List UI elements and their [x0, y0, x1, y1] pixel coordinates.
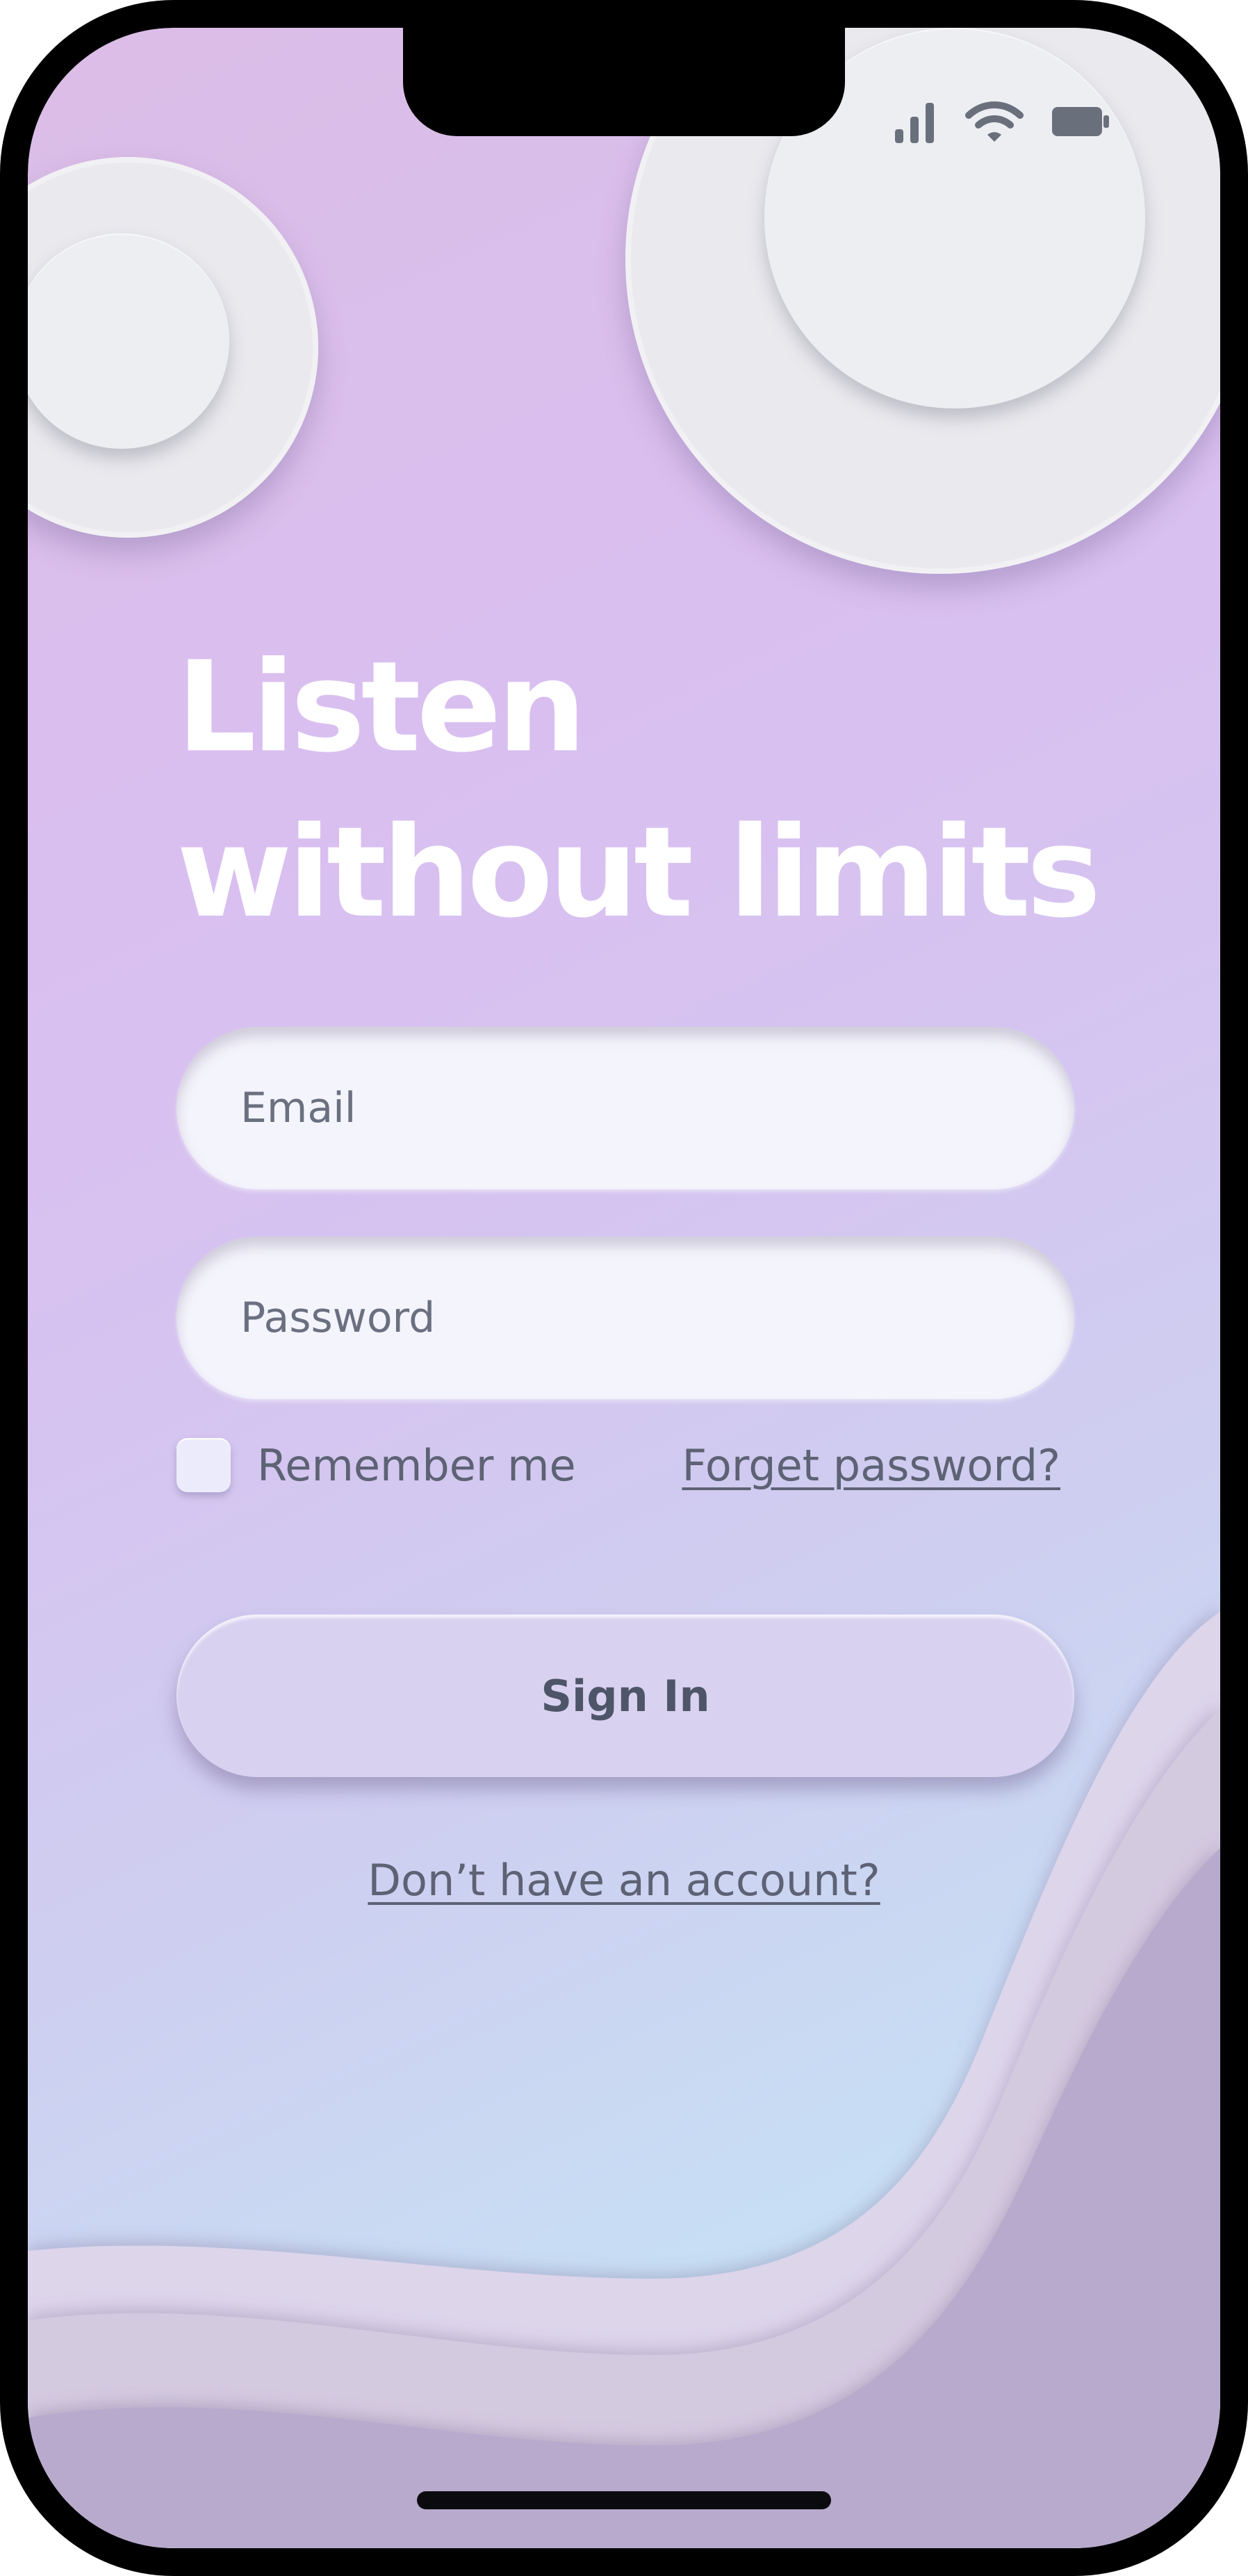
forgot-password-link[interactable]: Forget password?: [682, 1438, 1060, 1492]
status-bar: [894, 100, 1109, 143]
wifi-icon: [965, 101, 1024, 142]
signal-icon: [895, 103, 934, 143]
email-input[interactable]: [239, 1083, 1074, 1133]
phone-frame: Listen without limits Remember me Forget…: [0, 0, 1248, 2576]
headline-line-1: Listen: [176, 635, 586, 780]
headline: Listen without limits: [176, 625, 1101, 956]
notch: [403, 28, 845, 136]
email-field[interactable]: [176, 1027, 1074, 1189]
sign-in-button[interactable]: Sign In: [176, 1615, 1074, 1777]
remember-me[interactable]: Remember me: [176, 1438, 576, 1492]
remember-me-label: Remember me: [257, 1439, 576, 1491]
home-indicator[interactable]: [417, 2491, 831, 2509]
decorative-circle-left-inner: [28, 233, 229, 449]
headline-line-2: without limits: [176, 800, 1101, 946]
remember-me-checkbox[interactable]: [176, 1438, 231, 1492]
password-field[interactable]: [176, 1237, 1074, 1399]
signup-prompt: Don’t have an account?: [28, 1855, 1220, 1906]
login-screen: Listen without limits Remember me Forget…: [28, 28, 1220, 2548]
password-input[interactable]: [239, 1293, 1074, 1343]
battery-icon: [1052, 107, 1109, 136]
signup-link[interactable]: Don’t have an account?: [368, 1855, 880, 1906]
